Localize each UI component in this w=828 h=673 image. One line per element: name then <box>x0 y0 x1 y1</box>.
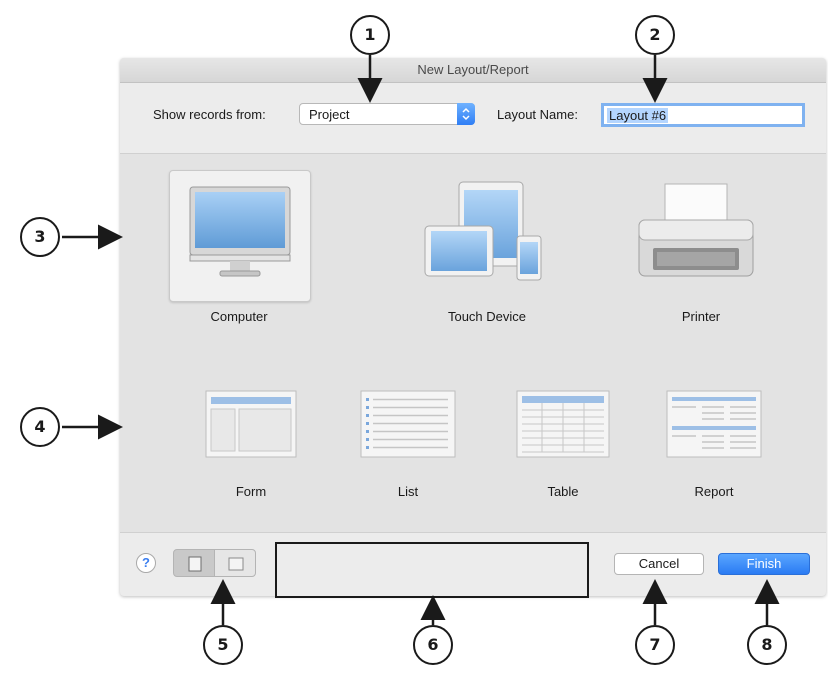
callout-2: 2 <box>635 15 675 55</box>
callout-7: 7 <box>635 625 675 665</box>
callout-5: 5 <box>203 625 243 665</box>
callout-arrows <box>62 55 780 625</box>
callout-4: 4 <box>20 407 60 447</box>
callout-8: 8 <box>747 625 787 665</box>
callout-6: 6 <box>413 625 453 665</box>
callout-1: 1 <box>350 15 390 55</box>
callout-3: 3 <box>20 217 60 257</box>
